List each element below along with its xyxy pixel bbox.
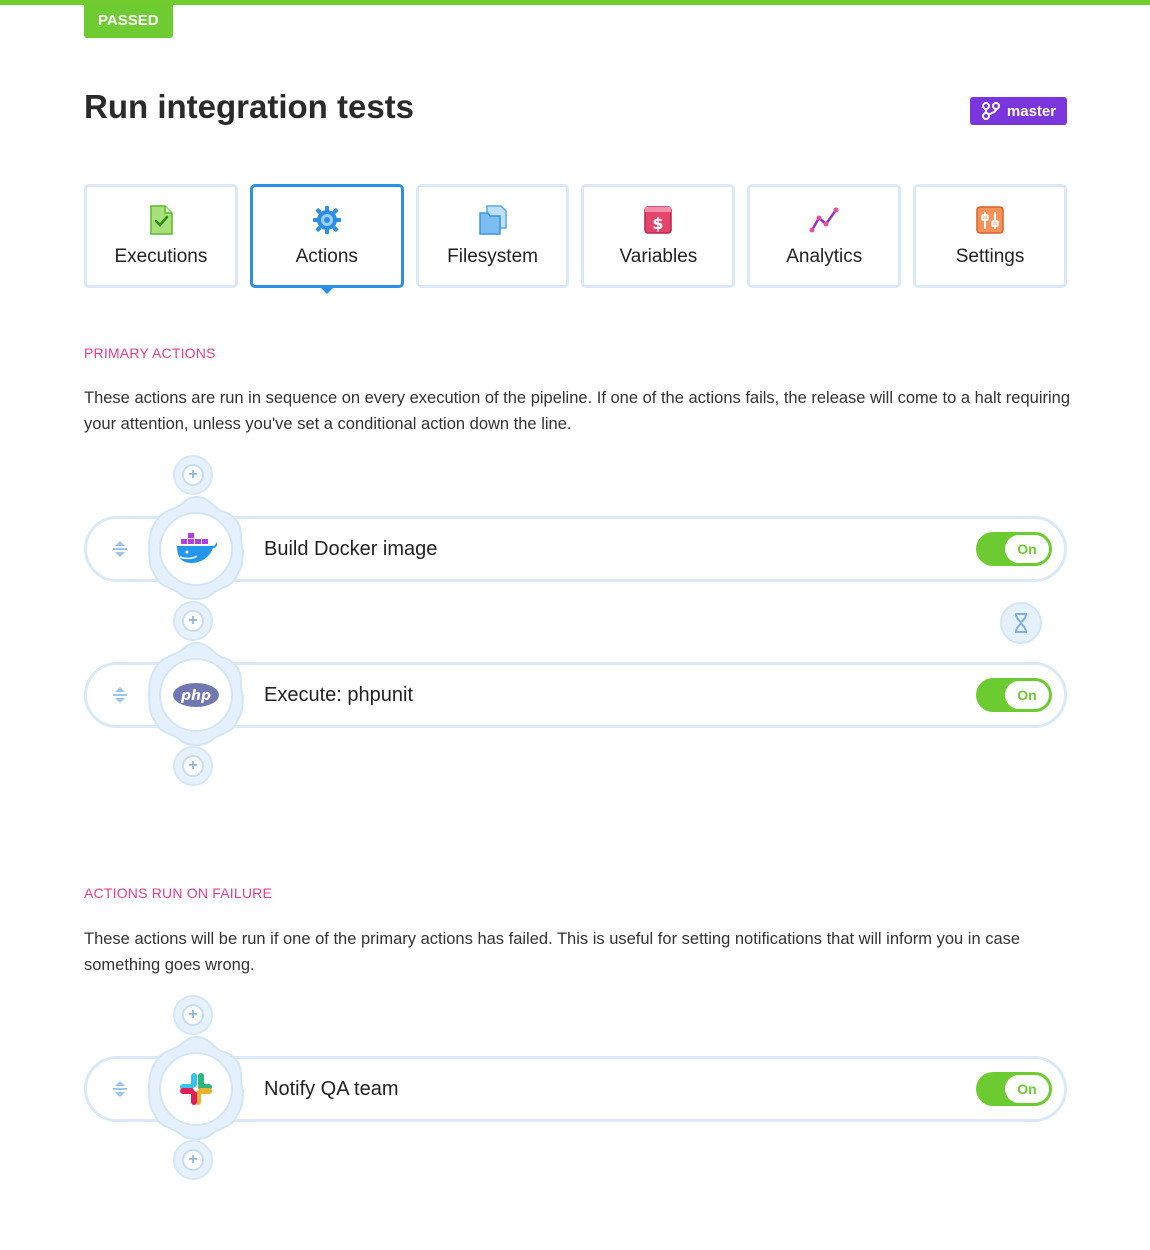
primary-actions-description: These actions are run in sequence on eve…: [84, 389, 1070, 433]
add-action-button[interactable]: +: [173, 746, 213, 786]
action-row[interactable]: Notify QA team On: [84, 1035, 1067, 1140]
branch-label: master: [1006, 102, 1057, 120]
pipeline-tabs: Executions Actions Filesystem $ Variable…: [84, 184, 1067, 294]
primary-actions-heading: PRIMARY ACTIONS: [84, 345, 216, 361]
tab-label: Variables: [619, 246, 698, 267]
analytics-icon: [809, 207, 839, 233]
tab-label: Actions: [295, 246, 358, 267]
add-action-button[interactable]: +: [173, 601, 213, 641]
add-action-button[interactable]: +: [173, 995, 213, 1035]
status-badge: PASSED: [84, 4, 173, 38]
settings-icon: [976, 206, 1004, 234]
variables-icon: $: [644, 206, 673, 234]
tab-executions[interactable]: Executions: [84, 184, 238, 288]
executions-icon: [150, 205, 173, 235]
drag-handle-icon[interactable]: [107, 682, 133, 708]
plus-icon: +: [182, 1149, 204, 1171]
action-row[interactable]: Build Docker image On: [84, 495, 1067, 600]
action-toggle[interactable]: On: [976, 532, 1052, 566]
toggle-label: On: [1005, 681, 1049, 709]
tab-actions[interactable]: Actions: [249, 184, 404, 294]
slack-icon: [180, 1073, 212, 1105]
plus-icon: +: [182, 610, 204, 632]
toggle-label: On: [1005, 535, 1049, 563]
add-action-button[interactable]: +: [173, 1140, 213, 1180]
tab-filesystem[interactable]: Filesystem: [415, 184, 570, 288]
svg-text:$: $: [653, 214, 664, 233]
svg-text:php: php: [180, 688, 211, 704]
php-icon: php: [173, 683, 219, 707]
action-name: Execute: phpunit: [264, 684, 413, 706]
action-name: Build Docker image: [264, 538, 438, 560]
failure-actions-heading: ACTIONS RUN ON FAILURE: [84, 885, 272, 901]
docker-icon: [177, 533, 217, 563]
actions-gear-icon: [312, 206, 341, 234]
branch-icon: [981, 102, 1000, 120]
action-toggle[interactable]: On: [976, 1072, 1052, 1106]
drag-handle-icon[interactable]: [107, 536, 133, 562]
plus-icon: +: [182, 464, 204, 486]
add-action-button[interactable]: +: [173, 455, 213, 495]
failure-actions-description: These actions will be run if one of the …: [84, 930, 1021, 974]
drag-handle-icon[interactable]: [107, 1076, 133, 1102]
tab-label: Executions: [114, 246, 208, 267]
action-toggle[interactable]: On: [976, 678, 1052, 712]
action-row[interactable]: php Execute: phpunit On: [84, 641, 1067, 746]
tab-label: Analytics: [786, 246, 863, 267]
toggle-label: On: [1005, 1075, 1049, 1103]
tab-label: Settings: [955, 246, 1025, 267]
plus-icon: +: [182, 1004, 204, 1026]
tab-label: Filesystem: [447, 246, 538, 267]
delay-hourglass-icon[interactable]: [1000, 602, 1042, 644]
filesystem-icon: [478, 205, 507, 235]
page-title: Run integration tests: [84, 88, 415, 125]
tab-analytics[interactable]: Analytics: [747, 184, 902, 288]
tab-settings[interactable]: Settings: [913, 184, 1067, 288]
action-name: Notify QA team: [264, 1078, 399, 1100]
branch-badge[interactable]: master: [970, 97, 1067, 125]
plus-icon: +: [182, 755, 204, 777]
tab-variables[interactable]: $ Variables: [581, 184, 736, 288]
